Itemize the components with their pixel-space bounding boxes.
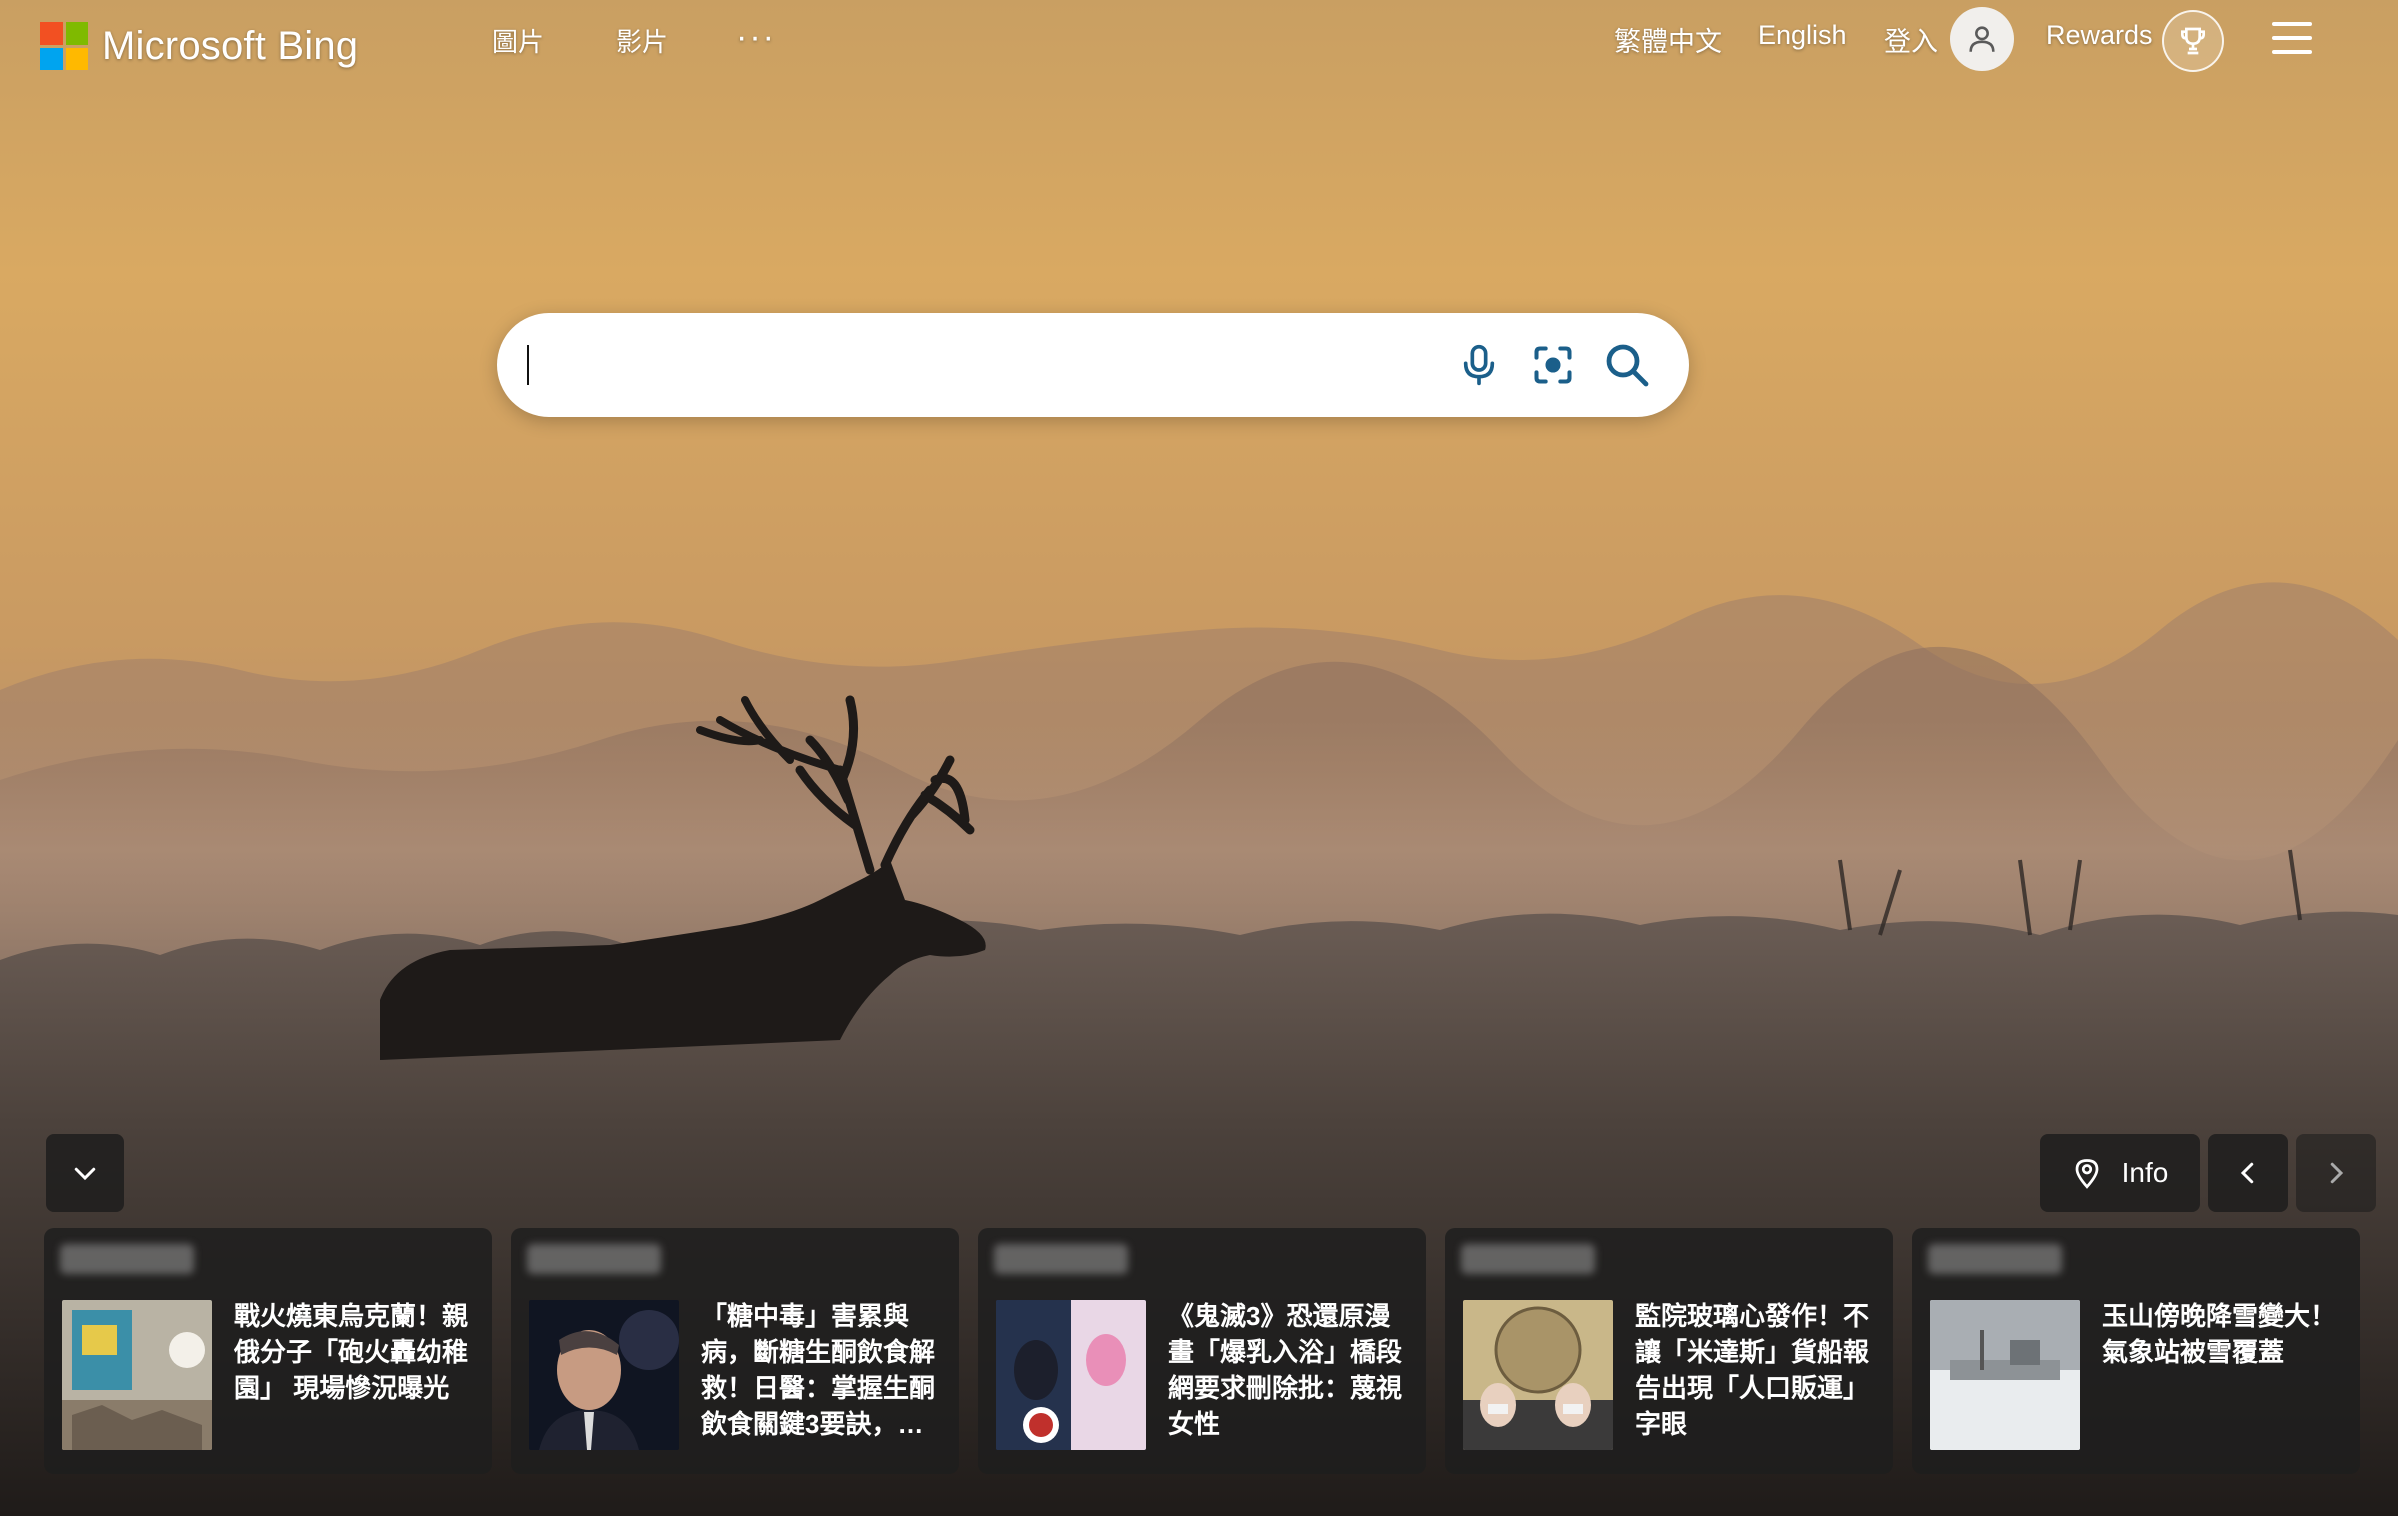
microphone-icon[interactable] [1453, 339, 1505, 391]
news-title: 戰火燒東烏克蘭！親俄分子「砲火轟幼稚園」 現場慘況曝光 [234, 1301, 469, 1403]
news-source [994, 1244, 1128, 1274]
previous-image-button[interactable] [2208, 1134, 2288, 1212]
rewards-link[interactable]: Rewards [2046, 20, 2153, 51]
hamburger-icon[interactable] [2272, 22, 2312, 54]
chevron-down-icon [74, 1167, 96, 1181]
chevron-right-icon [2330, 1162, 2344, 1184]
search-input[interactable] [529, 333, 1413, 399]
news-title: 監院玻璃心發作！不讓「米達斯」貨船報告出現「人口販運」字眼 [1635, 1301, 1870, 1439]
next-image-button[interactable] [2296, 1134, 2376, 1212]
account-avatar[interactable] [1950, 7, 2014, 71]
sign-in-link[interactable]: 登入 [1884, 20, 1938, 59]
news-thumbnail [1930, 1300, 2080, 1450]
news-source [60, 1244, 194, 1274]
info-label: Info [2121, 1157, 2169, 1188]
nav-videos[interactable]: 影片 [616, 22, 668, 59]
chevron-left-icon [2240, 1162, 2254, 1184]
news-thumbnail [996, 1300, 1146, 1450]
visual-search-icon[interactable] [1527, 339, 1579, 391]
lang-english[interactable]: English [1758, 20, 1847, 51]
more-menu[interactable]: ··· [736, 18, 776, 57]
trophy-icon [2181, 27, 2205, 55]
news-card[interactable]: 玉山傍晚降雪變大！氣象站被雪覆蓋 [1912, 1228, 2360, 1474]
news-source [1928, 1244, 2062, 1274]
rewards-badge[interactable] [2162, 10, 2224, 72]
news-source [527, 1244, 661, 1274]
microsoft-logo-icon [40, 22, 88, 70]
news-card[interactable]: 戰火燒東烏克蘭！親俄分子「砲火轟幼稚園」 現場慘況曝光 [44, 1228, 492, 1474]
person-icon [1969, 26, 1995, 52]
brand-name: Microsoft Bing [102, 23, 359, 68]
news-thumbnail [529, 1300, 679, 1450]
search-icon[interactable] [1601, 339, 1653, 391]
news-title: 《鬼滅3》恐還原漫畫「爆乳入浴」橋段 網要求刪除批：蔑視女性 [1168, 1301, 1412, 1439]
news-title: 「糖中毒」害累與病，斷糖生酮飲食解救！日醫：掌握生酮飲食關鍵3要訣，… [701, 1301, 936, 1439]
bing-logo[interactable]: Microsoft Bing [40, 14, 358, 78]
lang-traditional-chinese[interactable]: 繁體中文 [1614, 20, 1722, 59]
search-box[interactable] [497, 313, 1689, 417]
news-card[interactable]: 「糖中毒」害累與病，斷糖生酮飲食解救！日醫：掌握生酮飲食關鍵3要訣，… [511, 1228, 959, 1474]
info-button[interactable]: Info [2040, 1134, 2200, 1212]
news-thumbnail [62, 1300, 212, 1450]
news-card[interactable]: 監院玻璃心發作！不讓「米達斯」貨船報告出現「人口販運」字眼 [1445, 1228, 1893, 1474]
news-source [1461, 1244, 1595, 1274]
collapse-button[interactable] [46, 1134, 124, 1212]
news-card[interactable]: 《鬼滅3》恐還原漫畫「爆乳入浴」橋段 網要求刪除批：蔑視女性 [978, 1228, 1426, 1474]
news-title: 玉山傍晚降雪變大！氣象站被雪覆蓋 [2102, 1301, 2337, 1367]
location-pin-icon [2075, 1159, 2099, 1189]
news-thumbnail [1463, 1300, 1613, 1450]
nav-images[interactable]: 圖片 [492, 22, 544, 59]
